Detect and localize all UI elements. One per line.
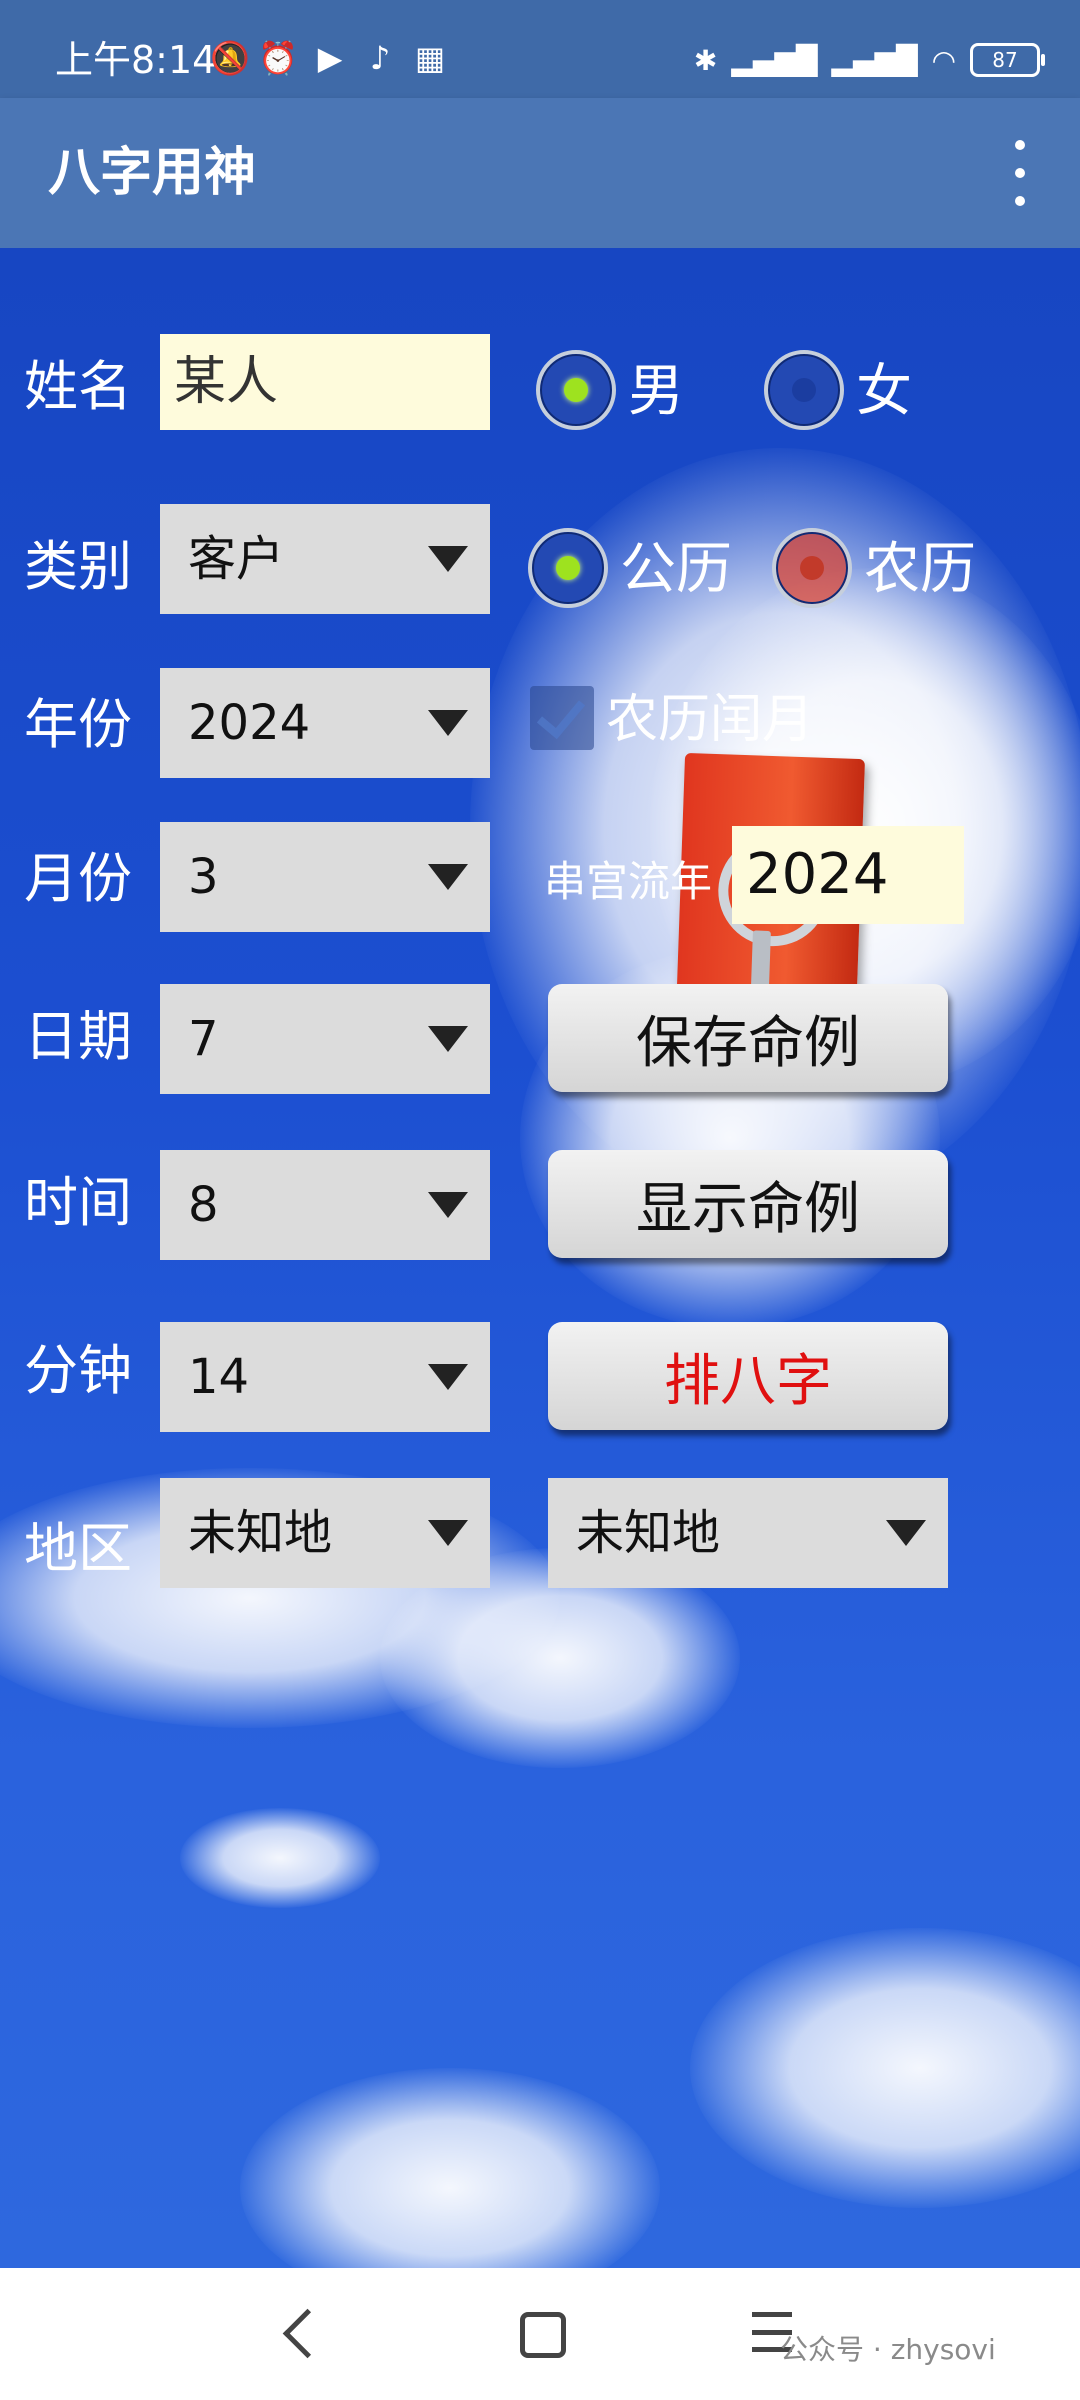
day-value: 7 [188, 1011, 219, 1067]
month-label: 月份 [24, 847, 132, 910]
month-value: 3 [188, 849, 219, 905]
app-bar: 八字用神 [0, 98, 1080, 248]
calendar-icon: ▦ [414, 39, 446, 77]
flow-year-label: 串宫流年 [544, 857, 713, 906]
solar-calendar-label: 公历 [620, 537, 732, 602]
year-select[interactable]: 2024 [160, 668, 490, 778]
name-label: 姓名 [24, 355, 132, 418]
battery-icon: 87 [970, 43, 1045, 77]
minute-label: 分钟 [24, 1339, 132, 1402]
male-radio[interactable] [536, 350, 616, 430]
wifi-icon: ◠ [931, 43, 956, 77]
lunar-calendar-label: 农历 [864, 537, 976, 602]
year-label: 年份 [24, 693, 132, 756]
region-select-2[interactable]: 未知地 [548, 1478, 948, 1588]
female-radio[interactable] [764, 350, 844, 430]
save-case-button[interactable]: 保存命例 [548, 984, 948, 1092]
dropdown-arrow-icon [428, 1520, 468, 1546]
year-value: 2024 [188, 695, 311, 751]
dropdown-arrow-icon [428, 546, 468, 572]
lunar-calendar-radio[interactable] [772, 528, 852, 608]
region-select-1[interactable]: 未知地 [160, 1478, 490, 1588]
name-input[interactable]: 某人 [160, 334, 490, 430]
dropdown-arrow-icon [886, 1520, 926, 1546]
dropdown-arrow-icon [428, 864, 468, 890]
region-value-1: 未知地 [188, 1505, 333, 1561]
region-label: 地区 [24, 1517, 132, 1580]
back-icon[interactable] [282, 2308, 333, 2359]
region-value-2: 未知地 [576, 1505, 721, 1561]
navigation-bar: 公众号 · zhysovi [0, 2268, 1080, 2400]
mute-bell-icon: 🔕 [210, 39, 250, 77]
day-label: 日期 [24, 1005, 132, 1068]
watermark: 公众号 · zhysovi [780, 2333, 996, 2366]
month-select[interactable]: 3 [160, 822, 490, 932]
category-value: 客户 [188, 531, 285, 587]
play-store-icon: ▶ [317, 39, 343, 77]
status-bar: 上午8:14 🔕 ⏰ ▶ ♪ ▦ ✱ ▂▄▆█ ▂▄▆█ ◠ 87 [0, 0, 1080, 98]
dropdown-arrow-icon [428, 1192, 468, 1218]
flow-year-input[interactable]: 2024 [732, 826, 964, 924]
leap-month-checkbox[interactable] [530, 686, 594, 750]
category-select[interactable]: 客户 [160, 504, 490, 614]
dropdown-arrow-icon [428, 1364, 468, 1390]
bluetooth-icon: ✱ [693, 43, 718, 77]
tiktok-icon: ♪ [369, 39, 391, 77]
female-label: 女 [856, 359, 912, 424]
dropdown-arrow-icon [428, 1026, 468, 1052]
app-title: 八字用神 [48, 143, 257, 203]
hour-label: 时间 [24, 1171, 132, 1234]
show-case-button[interactable]: 显示命例 [548, 1150, 948, 1258]
dropdown-arrow-icon [428, 710, 468, 736]
hour-select[interactable]: 8 [160, 1150, 490, 1260]
alarm-icon: ⏰ [258, 39, 298, 77]
solar-calendar-radio[interactable] [528, 528, 608, 608]
status-right: ✱ ▂▄▆█ ▂▄▆█ ◠ 87 [693, 36, 1045, 84]
category-label: 类别 [24, 535, 132, 598]
hour-value: 8 [188, 1177, 219, 1233]
minute-value: 14 [188, 1349, 250, 1405]
overflow-menu-icon[interactable] [990, 140, 1050, 206]
day-select[interactable]: 7 [160, 984, 490, 1094]
signal-hd-1-icon: ▂▄▆█ [731, 43, 818, 77]
arrange-bazi-button[interactable]: 排八字 [548, 1322, 948, 1430]
status-time: 上午8:14 [55, 38, 217, 82]
signal-hd-2-icon: ▂▄▆█ [831, 43, 918, 77]
male-label: 男 [628, 359, 684, 424]
leap-month-label: 农历闰月 [606, 690, 815, 750]
minute-select[interactable]: 14 [160, 1322, 490, 1432]
home-icon[interactable] [520, 2312, 566, 2358]
